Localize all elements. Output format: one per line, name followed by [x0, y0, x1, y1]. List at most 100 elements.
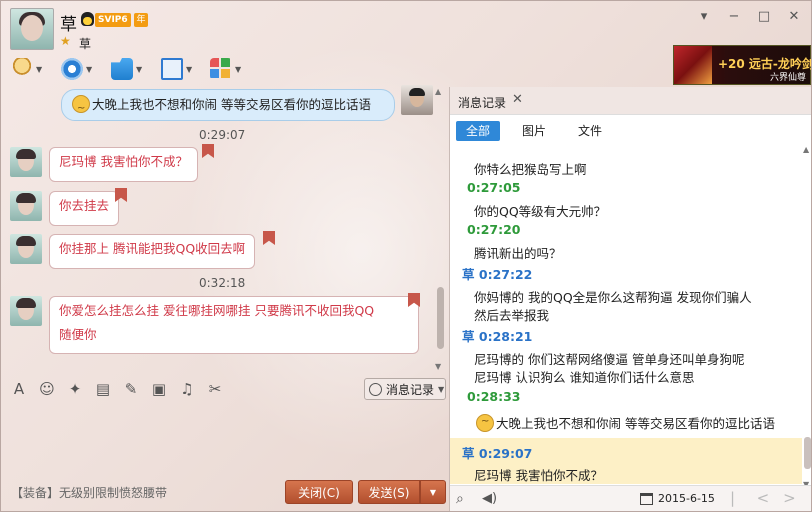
- filter-images[interactable]: 图片: [522, 121, 546, 141]
- self-avatar[interactable]: [401, 85, 433, 115]
- history-timestamp: 0:27:20: [467, 222, 521, 237]
- filter-files[interactable]: 文件: [578, 121, 602, 141]
- next-page-icon[interactable]: >: [783, 489, 796, 511]
- maximize-button[interactable]: □: [757, 9, 771, 24]
- message-text: 尼玛博 我害怕你不成？: [59, 154, 188, 169]
- speaker-icon[interactable]: ◀): [482, 491, 497, 506]
- close-button[interactable]: 关闭(C): [285, 480, 353, 504]
- qq-penguin-icon: [81, 12, 94, 26]
- image-icon[interactable]: ▣: [150, 380, 168, 398]
- chat-scrollbar[interactable]: ▲ ▼: [435, 87, 445, 373]
- close-tab-icon[interactable]: ✕: [512, 92, 523, 107]
- message-record-label: 消息记录: [386, 382, 435, 397]
- history-sender-time: 草 0:28:21: [462, 326, 532, 345]
- tab-message-history[interactable]: 消息记录: [458, 94, 506, 111]
- remote-desktop-button[interactable]: ▼: [161, 57, 192, 81]
- send-options-dropdown[interactable]: ▼: [420, 480, 446, 504]
- history-scrollbar[interactable]: ▲ ▼: [802, 145, 811, 489]
- message-text: 你去挂去: [59, 198, 110, 213]
- chevron-down-icon: ▼: [438, 384, 445, 394]
- message-bubble: 你挂那上 腾讯能把我QQ收回去啊: [49, 234, 256, 269]
- scrollbar-thumb[interactable]: [437, 287, 444, 349]
- equipment-text[interactable]: 【装备】无级别限制愤怒腰带: [11, 484, 167, 501]
- message-timestamp: 0:32:18: [199, 276, 246, 290]
- message-timestamp: 0:29:07: [199, 128, 246, 142]
- emoji-picker-icon[interactable]: ☺: [38, 380, 56, 398]
- contact-avatar[interactable]: [10, 8, 54, 50]
- font-icon[interactable]: A: [10, 380, 28, 398]
- close-window-button[interactable]: ✕: [787, 9, 801, 24]
- emoji-icon: [476, 414, 494, 432]
- message-text: 你爱怎么挂怎么挂 爱往哪挂网哪挂 只要腾讯不收回我QQ: [59, 303, 375, 318]
- scroll-down-icon[interactable]: ▼: [435, 362, 441, 371]
- history-sender: 草: [462, 329, 475, 344]
- prev-page-icon[interactable]: <: [757, 489, 770, 511]
- history-timestamp: 0:27:05: [467, 180, 521, 195]
- filter-all[interactable]: 全部: [456, 121, 501, 141]
- ad-banner[interactable]: +20 远古-龙吟剑 六界仙尊: [673, 45, 811, 85]
- contact-avatar-small[interactable]: [10, 147, 42, 177]
- chevron-down-icon[interactable]: ▼: [86, 65, 92, 74]
- chevron-down-icon[interactable]: ▼: [136, 65, 142, 74]
- history-panel: 消息记录 ✕ 全部 图片 文件 你特么把猴岛写上啊 0:27:05 你的QQ等级…: [449, 87, 811, 511]
- edit-icon[interactable]: ✎: [122, 380, 140, 398]
- search-icon[interactable]: ⌕: [456, 491, 464, 507]
- video-message-icon[interactable]: ▤: [94, 380, 112, 398]
- video-call-button[interactable]: ▼: [61, 57, 92, 81]
- scroll-up-icon[interactable]: ▲: [435, 87, 441, 96]
- history-message: 大晚上我也不想和你闹 等等交易区看你的逗比话语: [476, 413, 775, 432]
- contact-name: 草: [60, 15, 77, 35]
- message-record-button[interactable]: 消息记录 ▼: [364, 378, 446, 400]
- contact-avatar-small[interactable]: [10, 234, 42, 264]
- history-pagination: |< < > >|: [730, 489, 811, 511]
- message-bubble: 你爱怎么挂怎么挂 爱往哪挂网哪挂 只要腾讯不收回我QQ 随便你: [49, 296, 419, 354]
- emoji-icon: [72, 95, 90, 121]
- scroll-up-icon[interactable]: ▲: [803, 145, 809, 154]
- contact-signature: 草: [79, 37, 92, 51]
- contact-avatar-small[interactable]: [10, 191, 42, 221]
- history-timestamp: 0:28:21: [478, 329, 533, 344]
- chevron-down-icon[interactable]: ▼: [36, 65, 42, 74]
- voice-call-button[interactable]: ▼: [11, 57, 42, 81]
- microphone-icon: [11, 58, 33, 80]
- chevron-down-icon[interactable]: ▼: [235, 65, 241, 74]
- menu-dropdown-icon[interactable]: ▾: [697, 9, 711, 24]
- message-bubble-self: 大晚上我也不想和你闹 等等交易区看你的逗比话语: [61, 89, 395, 121]
- apps-grid-icon: [210, 58, 232, 80]
- history-message: 你特么把猴岛写上啊: [474, 162, 587, 177]
- send-button[interactable]: 发送(S): [358, 480, 420, 504]
- minimize-button[interactable]: −: [727, 9, 741, 24]
- contact-avatar-small[interactable]: [10, 296, 42, 326]
- history-message: 腾讯新出的吗？: [474, 246, 562, 261]
- scrollbar-thumb[interactable]: [804, 437, 811, 469]
- send-file-button[interactable]: ▼: [111, 57, 142, 81]
- bubble-ribbon-icon: [115, 188, 127, 202]
- chat-messages: 大晚上我也不想和你闹 等等交易区看你的逗比话语 0:29:07 尼玛博 我害怕你…: [1, 87, 448, 373]
- scissors-icon[interactable]: ✂: [206, 380, 224, 398]
- history-message: 你妈博的 我的QQ全是你么这帮狗逼 发现你们骗人: [474, 290, 752, 305]
- magic-wand-icon[interactable]: ✦: [66, 380, 84, 398]
- bubble-ribbon-icon: [202, 144, 214, 158]
- camera-icon: [61, 58, 83, 80]
- star-icon: ★: [60, 34, 71, 48]
- vip-badge[interactable]: SVIP6: [95, 13, 131, 27]
- message-text: 大晚上我也不想和你闹 等等交易区看你的逗比话语: [92, 97, 371, 112]
- history-timestamp: 0:28:33: [467, 389, 521, 404]
- first-page-icon[interactable]: |<: [730, 489, 743, 511]
- ad-image: [674, 46, 712, 84]
- chat-window: 草 SVIP6 年 ★ 草 ▾ − □ ✕ ▼ ▼ ▼ ▼ ▼ +20 远古-龙…: [0, 0, 812, 512]
- message-text: 你挂那上 腾讯能把我QQ收回去啊: [59, 241, 246, 256]
- apps-button[interactable]: ▼: [210, 57, 241, 81]
- window-controls: ▾ − □ ✕: [697, 9, 801, 24]
- history-date: 2015-6-15: [658, 492, 715, 505]
- calendar-icon[interactable]: [640, 493, 653, 505]
- chevron-down-icon[interactable]: ▼: [186, 65, 192, 74]
- message-bubble: 尼玛博 我害怕你不成？: [49, 147, 198, 182]
- history-sender-time: 草 0:27:22: [462, 264, 532, 283]
- music-icon[interactable]: ♫: [178, 380, 196, 398]
- ad-subtitle: 六界仙尊: [769, 73, 806, 83]
- history-message: 尼玛博的 你们这帮网络傻逼 管单身还叫单身狗呢: [474, 352, 745, 367]
- history-sender-time: 草 0:29:07: [462, 443, 532, 462]
- history-timestamp: 0:27:22: [478, 267, 533, 282]
- history-message: 尼玛博 认识狗么 谁知道你们话什么意思: [474, 370, 695, 385]
